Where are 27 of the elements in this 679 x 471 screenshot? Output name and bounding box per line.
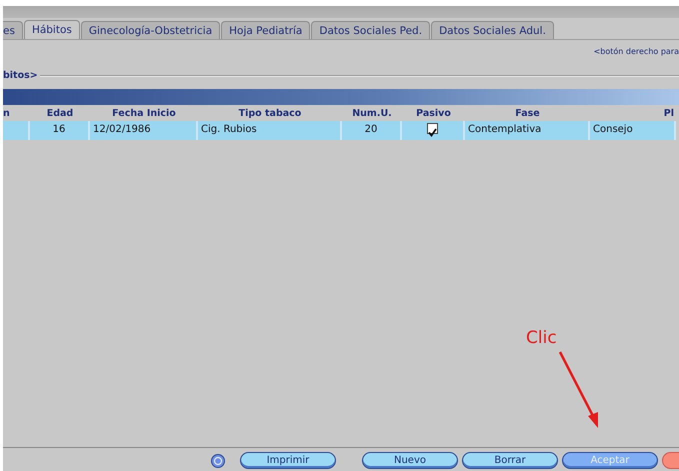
column-header: n bbox=[3, 107, 11, 121]
action-button[interactable]: Borrar bbox=[462, 452, 558, 469]
hint-text: <botón derecho para bbox=[594, 46, 679, 58]
table-cell: 20 bbox=[342, 121, 402, 140]
table-cell: 12/02/1986 bbox=[90, 121, 198, 140]
column-header: Fase bbox=[514, 107, 541, 121]
action-button[interactable]: Imprimir bbox=[240, 452, 336, 469]
column-header: Num.U. bbox=[351, 107, 393, 121]
tab[interactable]: Hoja Pediatría bbox=[221, 21, 310, 39]
table-cell: 16 bbox=[30, 121, 90, 140]
tab[interactable]: es bbox=[3, 21, 23, 39]
annotation-label: Clic bbox=[526, 327, 557, 350]
column-header: Tipo tabaco bbox=[238, 107, 302, 121]
table-cell: Contemplativa bbox=[465, 121, 590, 140]
column-header: Pl bbox=[662, 107, 675, 121]
column-header: Fecha Inicio bbox=[111, 107, 177, 121]
tab[interactable]: Ginecología-Obstetricia bbox=[80, 21, 220, 39]
tab[interactable]: Datos Sociales Ped. bbox=[311, 21, 430, 39]
table-cell: Consejo bbox=[590, 121, 676, 140]
group-title: bitos> bbox=[3, 68, 38, 83]
action-button[interactable]: Nuevo bbox=[362, 452, 458, 469]
checkbox[interactable] bbox=[427, 122, 438, 134]
table-cell: Cig. Rubios bbox=[198, 121, 342, 140]
tab[interactable]: Hábitos bbox=[24, 20, 80, 39]
column-header: Pasivo bbox=[415, 107, 452, 121]
tab[interactable]: Datos Sociales Adul. bbox=[431, 21, 554, 39]
column-header: Edad bbox=[46, 107, 74, 121]
